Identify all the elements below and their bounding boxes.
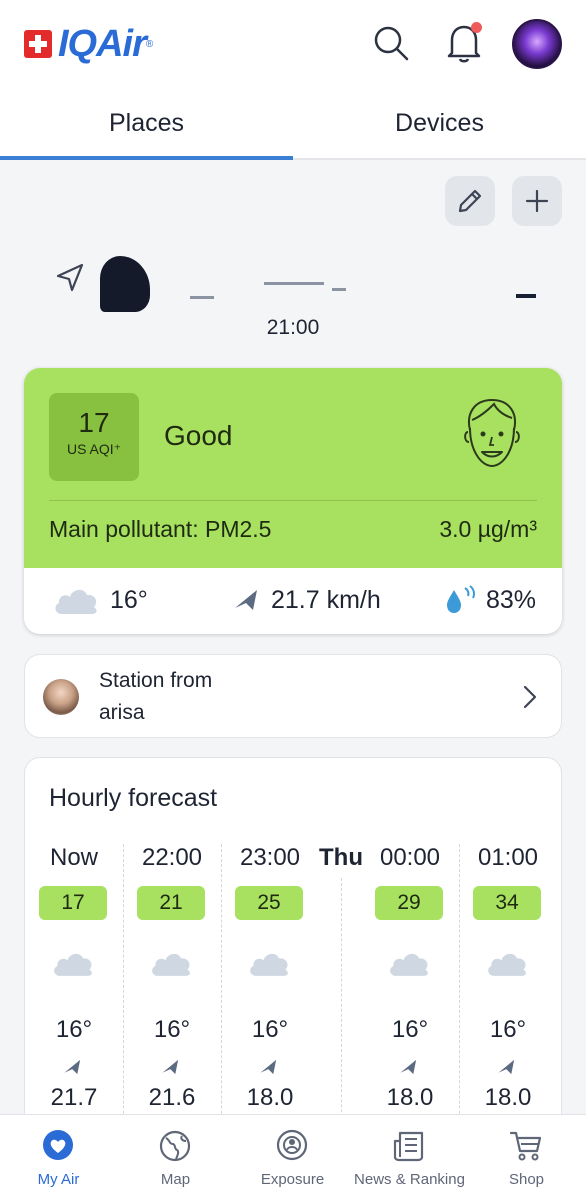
aqi-value: 17 [78,407,110,438]
pollutant-concentration: 3.0 µg/m³ [439,516,537,542]
nav-my-air[interactable]: My Air [0,1115,117,1200]
tab-devices[interactable]: Devices [293,92,586,158]
forecast-temperature: 16° [489,1016,527,1043]
main-pollutant: Main pollutant: PM2.5 [49,516,272,542]
forecast-time: 23:00 [239,844,301,871]
aqi-status: Good [164,420,233,451]
forecast-aqi-badge: 17 [39,886,107,920]
nav-map[interactable]: Map [117,1115,234,1200]
forecast-time: Now [49,844,98,871]
heart-pin-icon [43,1130,73,1160]
wind-direction-icon [497,1058,517,1076]
cloud-icon [485,950,529,978]
current-humidity: 83% [486,586,537,614]
forecast-title: Hourly forecast [49,784,218,812]
forecast-temperature: 16° [153,1016,191,1043]
exposure-icon [276,1129,308,1161]
active-tab-indicator [0,156,293,160]
wind-direction-icon [259,1058,279,1076]
station-card[interactable]: Station from arisa [24,654,562,738]
globe-icon [159,1130,191,1162]
location-time: 21:00 [266,316,320,339]
swiss-flag-icon [24,30,52,58]
current-weather-row: 16° 21.7 km/h 83% [24,568,562,634]
aqi-badge: 17 US AQI⁺ [49,393,139,481]
forecast-time: 01:00 [477,844,539,871]
aqi-card-header: 17 US AQI⁺ Good Main pollutant: PM2.5 3.… [24,368,562,568]
nav-label: My Air [37,1171,80,1188]
station-owner-avatar [43,679,79,715]
plus-icon [525,189,549,213]
forecast-wind-speed: 18.0 [246,1084,294,1111]
search-icon[interactable] [372,24,410,62]
forecast-aqi-badge: 34 [473,886,541,920]
wind-direction-icon [399,1058,419,1076]
forecast-temperature: 16° [55,1016,93,1043]
tab-bar: Places Devices [0,92,586,160]
add-button[interactable] [512,176,562,226]
iqair-logo[interactable]: IQAir ® [24,22,154,65]
edit-button[interactable] [445,176,495,226]
notification-dot [471,22,482,33]
nav-news-ranking[interactable]: News & Ranking [351,1115,468,1200]
cart-icon [509,1131,542,1161]
logo-text: IQAir [58,22,147,65]
forecast-wind-speed: 21.6 [148,1084,196,1111]
cloud-icon [247,950,291,978]
bell-icon[interactable] [444,20,484,64]
bottom-nav: My Air Map Exposure News & Ranking Shop [0,1114,586,1200]
forecast-temperature: 16° [251,1016,289,1043]
wind-direction-icon [233,588,261,612]
nav-exposure[interactable]: Exposure [234,1115,351,1200]
station-label: Station from [99,669,213,692]
forecast-time: 22:00 [141,844,203,871]
forecast-wind-speed: 18.0 [386,1084,434,1111]
top-bar: IQAir ® [0,0,586,92]
current-temperature: 16° [110,586,148,614]
nav-label: Shop [508,1171,545,1188]
humidity-icon [444,584,478,616]
tab-places[interactable]: Places [0,92,293,158]
aqi-card[interactable]: 17 US AQI⁺ Good Main pollutant: PM2.5 3.… [24,368,562,634]
pencil-icon [458,189,482,213]
location-name-redacted[interactable] [100,252,540,312]
chevron-right-icon [519,683,541,711]
cloud-icon [51,950,95,978]
forecast-temperature: 16° [391,1016,429,1043]
wind-direction-icon [161,1058,181,1076]
forecast-aqi-badge: 25 [235,886,303,920]
forecast-time: 00:00 [379,844,441,871]
aqi-unit: US AQI⁺ [66,441,122,457]
news-icon [393,1131,424,1162]
aqi-divider [49,500,537,501]
nav-label: Exposure [260,1171,325,1188]
forecast-wind-speed: 18.0 [484,1084,532,1111]
avatar[interactable] [512,19,562,69]
logo-trademark: ® [145,38,154,50]
cloud-icon [52,586,100,616]
station-owner-name: arisa [99,701,145,724]
nav-shop[interactable]: Shop [468,1115,585,1200]
forecast-wind-speed: 21.7 [50,1084,98,1111]
forecast-aqi-badge: 29 [375,886,443,920]
happy-face-icon [460,394,524,474]
nav-label: Map [160,1171,191,1188]
current-wind-speed: 21.7 km/h [271,586,381,614]
wind-direction-icon [63,1058,83,1076]
forecast-aqi-badge: 21 [137,886,205,920]
forecast-day-label: Thu [319,844,363,871]
nav-label: News & Ranking [354,1171,465,1188]
cloud-icon [149,950,193,978]
location-arrow-icon [54,262,86,294]
cloud-icon [387,950,431,978]
